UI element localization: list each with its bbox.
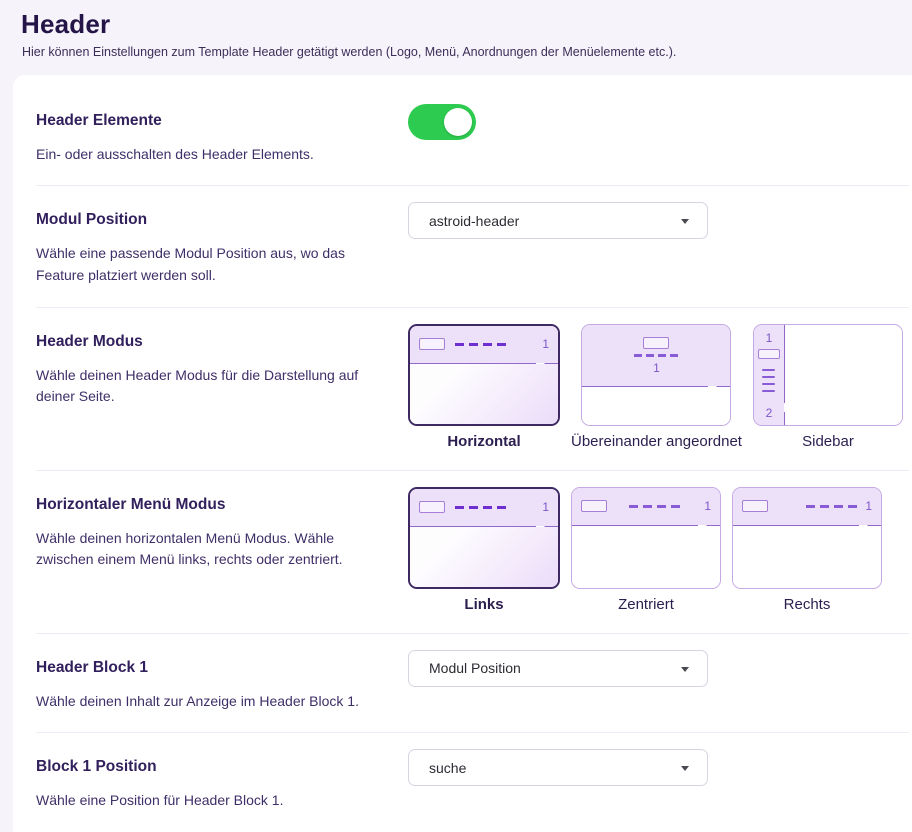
menu-center-preview: 1 bbox=[571, 487, 721, 589]
header-modus-option-uebereinander[interactable]: 1 Übereinander angeordnet bbox=[571, 324, 742, 450]
horizontal-layout-preview: 1 bbox=[408, 324, 560, 426]
chevron-down-icon bbox=[681, 766, 689, 771]
logo-placeholder-icon bbox=[419, 338, 445, 350]
preview-topbar: 1 bbox=[410, 326, 558, 363]
menu-modus-options: 1 Links 1 bbox=[408, 487, 909, 613]
menu-modus-option-links[interactable]: 1 Links bbox=[408, 487, 560, 613]
setting-info: Header Elemente Ein- oder ausschalten de… bbox=[36, 103, 408, 166]
setting-row-header-modus: Header Modus Wähle deinen Header Modus f… bbox=[36, 308, 909, 471]
menu-dashes-icon bbox=[455, 506, 508, 509]
header-modus-options: 1 Horizontal 1 bbox=[408, 324, 909, 450]
select-value: Modul Position bbox=[429, 660, 521, 676]
setting-info: Block 1 Position Wähle eine Position für… bbox=[36, 749, 408, 812]
setting-info: Header Block 1 Wähle deinen Inhalt zur A… bbox=[36, 650, 408, 713]
logo-placeholder-icon bbox=[758, 349, 780, 359]
menu-dashes-icon bbox=[806, 505, 859, 508]
block-number-badge: 1 bbox=[766, 332, 773, 344]
menu-dashes-icon bbox=[762, 369, 775, 393]
setting-label: Modul Position bbox=[36, 211, 366, 229]
option-caption: Sidebar bbox=[802, 433, 854, 450]
setting-control bbox=[408, 103, 909, 140]
setting-row-block-1-position: Block 1 Position Wähle eine Position für… bbox=[36, 733, 909, 832]
page-title: Header bbox=[21, 8, 891, 41]
preview-sidecol: 1 2 bbox=[754, 325, 784, 425]
setting-row-modul-position: Modul Position Wähle eine passende Modul… bbox=[36, 186, 909, 307]
block-number-badge: 1 bbox=[542, 501, 549, 513]
menu-modus-option-rechts[interactable]: 1 Rechts bbox=[732, 487, 882, 613]
chevron-down-icon bbox=[681, 667, 689, 672]
preview-body bbox=[582, 387, 730, 425]
preview-body bbox=[572, 526, 720, 588]
logo-placeholder-icon bbox=[419, 501, 445, 513]
block-number-badge: 1 bbox=[653, 362, 660, 374]
header-elemente-toggle[interactable] bbox=[408, 104, 476, 140]
setting-description: Wähle deinen Header Modus für die Darste… bbox=[36, 365, 366, 408]
setting-control: 1 Horizontal 1 bbox=[408, 324, 909, 450]
block-number-badge: 1 bbox=[542, 338, 549, 350]
setting-label: Header Elemente bbox=[36, 112, 366, 130]
setting-info: Horizontaler Menü Modus Wähle deinen hor… bbox=[36, 487, 408, 571]
setting-description: Wähle deinen Inhalt zur Anzeige im Heade… bbox=[36, 691, 366, 713]
setting-description: Ein- oder ausschalten des Header Element… bbox=[36, 144, 366, 166]
setting-label: Horizontaler Menü Modus bbox=[36, 496, 366, 514]
chevron-down-icon bbox=[681, 219, 689, 224]
logo-placeholder-icon bbox=[643, 337, 669, 349]
setting-info: Header Modus Wähle deinen Header Modus f… bbox=[36, 324, 408, 408]
block-number-badge: 1 bbox=[865, 500, 872, 512]
select-value: suche bbox=[429, 760, 466, 776]
header-modus-option-horizontal[interactable]: 1 Horizontal bbox=[408, 324, 560, 450]
menu-dashes-icon bbox=[629, 505, 682, 508]
logo-placeholder-icon bbox=[581, 500, 607, 512]
preview-topbar: 1 bbox=[410, 489, 558, 526]
preview-topbar: 1 bbox=[733, 488, 881, 525]
option-caption: Links bbox=[464, 596, 503, 613]
setting-control: suche bbox=[408, 749, 909, 786]
page-header: Header Hier können Einstellungen zum Tem… bbox=[0, 0, 912, 59]
preview-body bbox=[733, 526, 881, 588]
setting-label: Header Block 1 bbox=[36, 659, 366, 677]
preview-body bbox=[410, 364, 558, 424]
toggle-knob-icon bbox=[444, 108, 472, 136]
select-value: astroid-header bbox=[429, 213, 519, 229]
setting-row-header-block-1: Header Block 1 Wähle deinen Inhalt zur A… bbox=[36, 634, 909, 734]
setting-row-horizontaler-menue-modus: Horizontaler Menü Modus Wähle deinen hor… bbox=[36, 471, 909, 634]
setting-row-header-elemente: Header Elemente Ein- oder ausschalten de… bbox=[36, 87, 909, 187]
block-1-position-select[interactable]: suche bbox=[408, 749, 708, 786]
sidebar-layout-preview: 1 2 bbox=[753, 324, 903, 426]
setting-label: Block 1 Position bbox=[36, 758, 366, 776]
menu-dashes-icon bbox=[455, 343, 508, 346]
option-caption: Rechts bbox=[784, 596, 831, 613]
menu-dashes-icon bbox=[634, 354, 678, 357]
settings-card: Header Elemente Ein- oder ausschalten de… bbox=[13, 75, 912, 832]
setting-control: 1 Links 1 bbox=[408, 487, 909, 613]
preview-topbar: 1 bbox=[572, 488, 720, 525]
option-caption: Horizontal bbox=[447, 433, 520, 450]
header-modus-option-sidebar[interactable]: 1 2 Sidebar bbox=[753, 324, 903, 450]
preview-body bbox=[410, 527, 558, 587]
menu-left-preview: 1 bbox=[408, 487, 560, 589]
option-caption: Übereinander angeordnet bbox=[571, 433, 742, 450]
header-block-1-select[interactable]: Modul Position bbox=[408, 650, 708, 687]
menu-right-preview: 1 bbox=[732, 487, 882, 589]
stacked-layout-preview: 1 bbox=[581, 324, 731, 426]
setting-description: Wähle deinen horizontalen Menü Modus. Wä… bbox=[36, 528, 366, 571]
preview-topbar: 1 bbox=[582, 325, 730, 386]
modul-position-select[interactable]: astroid-header bbox=[408, 202, 708, 239]
setting-description: Wähle eine Position für Header Block 1. bbox=[36, 790, 366, 812]
page-subtitle: Hier können Einstellungen zum Template H… bbox=[22, 45, 891, 59]
logo-placeholder-icon bbox=[742, 500, 768, 512]
option-caption: Zentriert bbox=[618, 596, 674, 613]
menu-modus-option-zentriert[interactable]: 1 Zentriert bbox=[571, 487, 721, 613]
block-number-badge: 1 bbox=[704, 500, 711, 512]
setting-control: astroid-header bbox=[408, 202, 909, 239]
setting-info: Modul Position Wähle eine passende Modul… bbox=[36, 202, 408, 286]
setting-description: Wähle eine passende Modul Position aus, … bbox=[36, 243, 366, 286]
setting-control: Modul Position bbox=[408, 650, 909, 687]
block-number-badge: 2 bbox=[766, 407, 773, 419]
preview-body bbox=[785, 325, 902, 425]
setting-label: Header Modus bbox=[36, 333, 366, 351]
